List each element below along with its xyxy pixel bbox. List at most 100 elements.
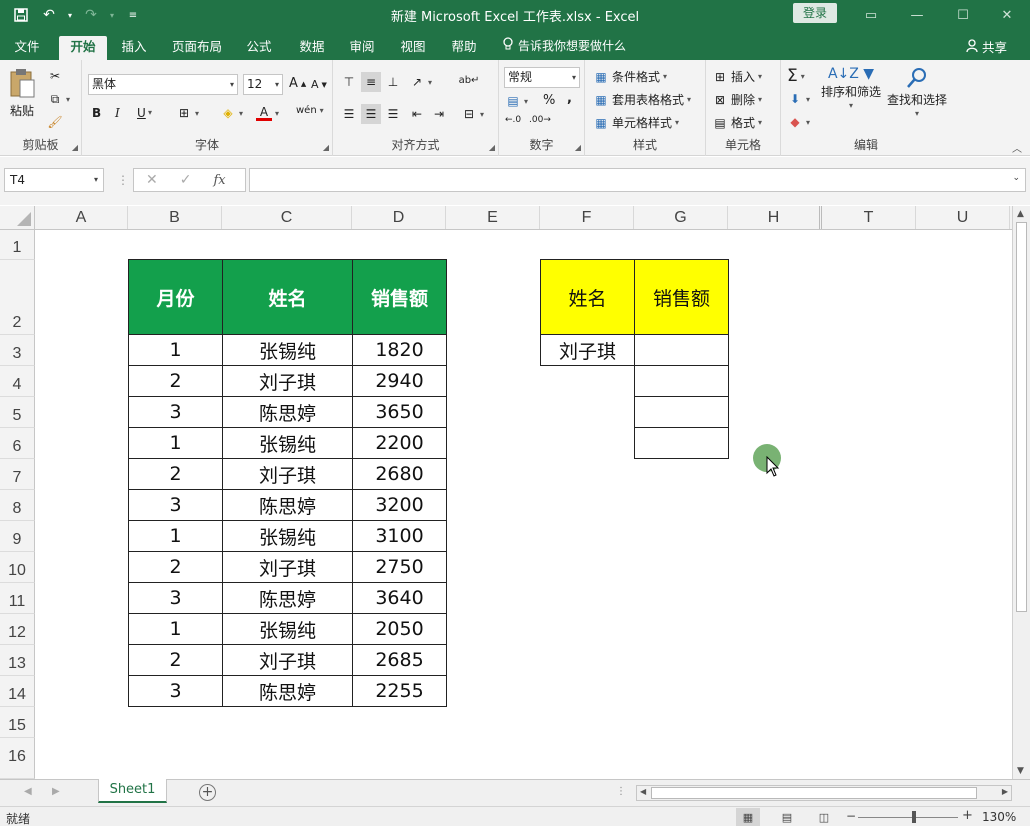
fill-icon[interactable]: ⬇ ▾ <box>787 91 810 107</box>
tab-formulas[interactable]: 公式 <box>237 36 281 60</box>
percent-style-button[interactable]: % <box>543 93 555 108</box>
cell-name[interactable]: 张锡纯 <box>222 613 353 645</box>
cell-sales[interactable]: 1820 <box>352 334 447 366</box>
cell-month[interactable]: 3 <box>128 582 223 614</box>
number-format-select[interactable]: 常规 ▾ <box>504 67 580 88</box>
cut-icon[interactable]: ✂ <box>47 68 63 84</box>
phonetic-guide-icon[interactable]: wén ▾ <box>296 105 324 116</box>
tab-splitter[interactable]: ⋮ <box>616 786 626 797</box>
italic-button[interactable]: I <box>115 106 120 120</box>
tab-file[interactable]: 文件 <box>4 36 50 60</box>
zoom-in-icon[interactable]: + <box>962 808 973 823</box>
add-sheet-icon[interactable]: + <box>199 784 216 801</box>
format-cells-button[interactable]: ▤ 格式 ▾ <box>712 114 762 131</box>
number-launcher-icon[interactable]: ◢ <box>575 143 581 152</box>
ribbon-display-options-icon[interactable]: ▭ <box>848 0 894 31</box>
row-header-12[interactable]: 12 <box>0 614 35 645</box>
minimize-icon[interactable]: — <box>894 0 940 31</box>
decrease-indent-icon[interactable]: ⇤ <box>409 106 425 122</box>
cell-name[interactable]: 张锡纯 <box>222 334 353 366</box>
copy-icon[interactable]: ⧉ ▾ <box>47 91 70 107</box>
cell-name[interactable]: 陈思婷 <box>222 582 353 614</box>
font-name-select[interactable]: 黑体 ▾ <box>88 74 238 95</box>
share-button[interactable]: 共享 <box>966 37 1007 56</box>
lookup-result-cell[interactable] <box>634 427 729 459</box>
column-header-e[interactable]: E <box>446 206 540 229</box>
font-color-icon[interactable]: A ▾ <box>256 105 279 121</box>
align-right-icon[interactable]: ☰ <box>385 106 401 122</box>
cell-name[interactable]: 刘子琪 <box>222 458 353 490</box>
cell-month[interactable]: 1 <box>128 427 223 459</box>
row-header-16[interactable]: 16 <box>0 738 35 779</box>
align-center-icon[interactable]: ☰ <box>361 104 381 124</box>
page-layout-view-icon[interactable]: ▤ <box>775 808 799 826</box>
cell-sales[interactable]: 3650 <box>352 396 447 428</box>
cell-month[interactable]: 2 <box>128 458 223 490</box>
row-header-8[interactable]: 8 <box>0 490 35 521</box>
undo-icon[interactable]: ↶ <box>38 4 60 26</box>
paste-button[interactable]: 粘贴 <box>8 68 36 119</box>
cell-sales[interactable]: 2680 <box>352 458 447 490</box>
cell-sales[interactable]: 3200 <box>352 489 447 521</box>
column-header-b[interactable]: B <box>128 206 222 229</box>
scroll-down-icon[interactable]: ▼ <box>1017 766 1024 776</box>
cell-month[interactable]: 1 <box>128 613 223 645</box>
row-header-14[interactable]: 14 <box>0 676 35 707</box>
column-header-a[interactable]: A <box>35 206 128 229</box>
cell-month[interactable]: 3 <box>128 396 223 428</box>
insert-function-icon[interactable]: fx <box>213 173 225 188</box>
save-icon[interactable] <box>10 4 32 26</box>
expand-formula-icon[interactable]: ⌄ <box>1012 173 1020 183</box>
select-all-button[interactable] <box>0 206 35 229</box>
name-box[interactable]: T4 ▾ <box>4 168 104 192</box>
clipboard-launcher-icon[interactable]: ◢ <box>72 143 78 152</box>
collapse-ribbon-icon[interactable]: ︿ <box>1012 140 1022 155</box>
row-header-5[interactable]: 5 <box>0 397 35 428</box>
horizontal-scrollbar[interactable]: ◀ ▶ <box>636 785 1012 801</box>
decrease-decimal-icon[interactable]: .00→ <box>529 115 551 125</box>
merge-center-icon[interactable]: ⊟ ▾ <box>461 106 484 122</box>
cell-sales[interactable]: 3640 <box>352 582 447 614</box>
cell-sales[interactable]: 2255 <box>352 675 447 707</box>
cell-name[interactable]: 刘子琪 <box>222 644 353 676</box>
borders-icon[interactable]: ⊞ ▾ <box>176 105 199 121</box>
column-header-d[interactable]: D <box>352 206 446 229</box>
header-cell-name[interactable]: 姓名 <box>222 259 353 335</box>
font-size-select[interactable]: 12 ▾ <box>243 74 283 95</box>
increase-font-icon[interactable]: A ▲ <box>289 76 306 91</box>
wrap-text-icon[interactable]: ab↵ <box>459 72 480 88</box>
comma-style-button[interactable]: , <box>567 91 572 106</box>
cell-month[interactable]: 1 <box>128 334 223 366</box>
fill-color-icon[interactable]: ◈ ▾ <box>220 105 243 121</box>
orientation-icon[interactable]: ↗ ▾ <box>409 74 432 90</box>
bold-button[interactable]: B <box>92 106 101 120</box>
find-select-button[interactable]: 查找和选择 ▾ <box>887 66 947 118</box>
formula-bar-splitter[interactable]: ⋮ <box>117 173 129 187</box>
cell-sales[interactable]: 3100 <box>352 520 447 552</box>
cell-name[interactable]: 陈思婷 <box>222 396 353 428</box>
tab-view[interactable]: 视图 <box>391 36 435 60</box>
zoom-slider-thumb[interactable] <box>912 811 916 823</box>
clear-icon[interactable]: ◆ ▾ <box>787 114 810 130</box>
page-break-view-icon[interactable]: ◫ <box>812 808 836 826</box>
conditional-formatting-button[interactable]: ▦ 条件格式 ▾ <box>593 68 667 85</box>
bottom-align-icon[interactable]: ⊥ <box>385 74 401 90</box>
align-left-icon[interactable]: ☰ <box>341 106 357 122</box>
cell-sales[interactable]: 2050 <box>352 613 447 645</box>
column-header-c[interactable]: C <box>222 206 352 229</box>
vertical-scroll-thumb[interactable] <box>1016 222 1027 612</box>
row-header-6[interactable]: 6 <box>0 428 35 459</box>
cell-name[interactable]: 陈思婷 <box>222 489 353 521</box>
zoom-level[interactable]: 130% <box>982 810 1016 824</box>
lookup-name-cell[interactable]: 刘子琪 <box>540 334 635 366</box>
row-header-3[interactable]: 3 <box>0 335 35 366</box>
cell-month[interactable]: 3 <box>128 675 223 707</box>
tab-review[interactable]: 审阅 <box>340 36 384 60</box>
header-cell-sales[interactable]: 销售额 <box>352 259 447 335</box>
cell-month[interactable]: 2 <box>128 365 223 397</box>
horizontal-scroll-thumb[interactable] <box>651 787 977 799</box>
row-header-1[interactable]: 1 <box>0 230 35 260</box>
sheet-tab-sheet1[interactable]: Sheet1 <box>98 779 167 803</box>
maximize-icon[interactable]: ☐ <box>940 0 986 31</box>
insert-cells-button[interactable]: ⊞ 插入 ▾ <box>712 68 762 85</box>
